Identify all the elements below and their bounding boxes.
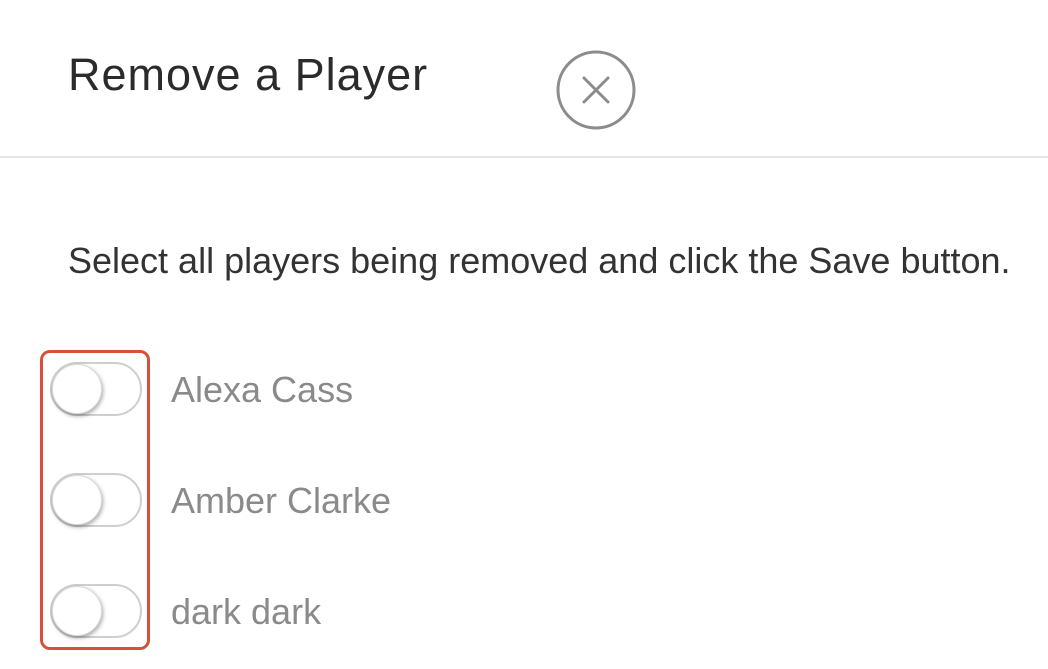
dialog-title: Remove a Player	[68, 49, 429, 100]
player-name: dark dark	[171, 591, 322, 632]
close-button[interactable]	[556, 50, 636, 130]
player-toggle[interactable]	[50, 362, 142, 416]
toggle-knob	[52, 586, 102, 636]
dialog-header: Remove a Player	[0, 0, 1048, 158]
toggle-knob	[52, 475, 102, 525]
toggle-knob	[52, 364, 102, 414]
player-toggle[interactable]	[50, 473, 142, 527]
player-row: Alexa Cass	[50, 362, 550, 418]
player-row: Amber Clarke	[50, 473, 550, 529]
player-name: Alexa Cass	[171, 369, 354, 410]
remove-player-dialog: Remove a Player Select all players being…	[0, 0, 1048, 669]
player-toggle[interactable]	[50, 584, 142, 638]
player-name: Amber Clarke	[171, 480, 392, 521]
player-row: dark dark	[50, 584, 550, 640]
instructions-text: Select all players being removed and cli…	[68, 240, 1011, 281]
close-circle-icon	[556, 50, 636, 130]
